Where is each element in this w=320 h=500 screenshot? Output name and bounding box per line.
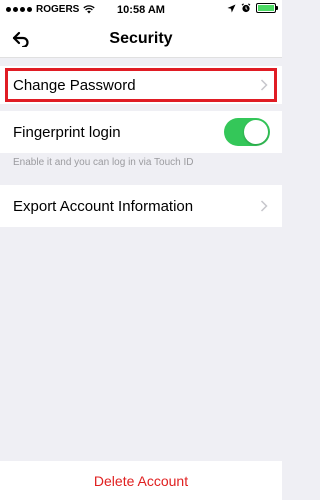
fingerprint-login-label: Fingerprint login: [13, 123, 121, 141]
security-screen: ROGERS 10:58 AM Security Change Password…: [0, 0, 282, 500]
alarm-icon: [241, 3, 251, 13]
fingerprint-login-row: Fingerprint login: [0, 111, 282, 153]
fingerprint-toggle[interactable]: [224, 118, 270, 146]
change-password-label: Change Password: [13, 76, 136, 94]
status-bar: ROGERS 10:58 AM: [0, 0, 282, 20]
export-account-label: Export Account Information: [13, 197, 194, 215]
page-title: Security: [109, 30, 173, 47]
delete-account-button[interactable]: Delete Account: [0, 461, 282, 500]
change-password-row[interactable]: Change Password: [0, 66, 282, 104]
chevron-right-icon: [260, 79, 268, 91]
chevron-right-icon: [260, 200, 268, 212]
fingerprint-hint: Enable it and you can log in via Touch I…: [13, 157, 194, 168]
battery-fill: [258, 5, 274, 11]
toggle-knob: [244, 120, 268, 144]
location-arrow-icon: [227, 4, 236, 12]
nav-bar: Security: [0, 20, 282, 58]
export-account-row[interactable]: Export Account Information: [0, 185, 282, 227]
battery-icon: [256, 3, 278, 13]
status-right: [227, 3, 278, 13]
